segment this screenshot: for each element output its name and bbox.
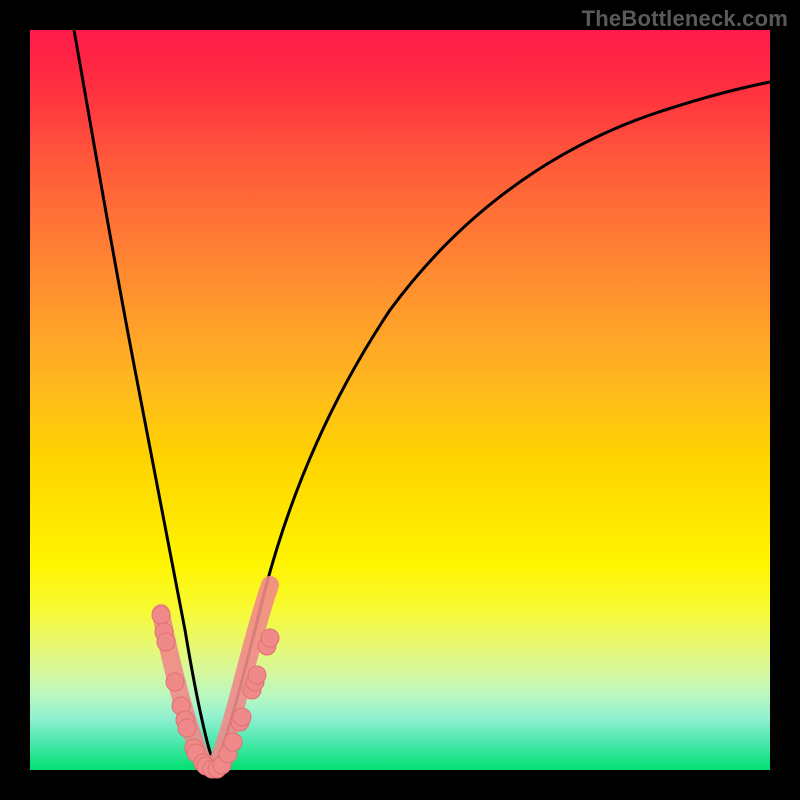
left-curve [74,30,215,768]
right-curve [215,82,770,768]
chart-container: TheBottleneck.com [0,0,800,800]
chart-svg [30,30,770,770]
watermark-label: TheBottleneck.com [582,6,788,32]
plot-area [30,30,770,770]
